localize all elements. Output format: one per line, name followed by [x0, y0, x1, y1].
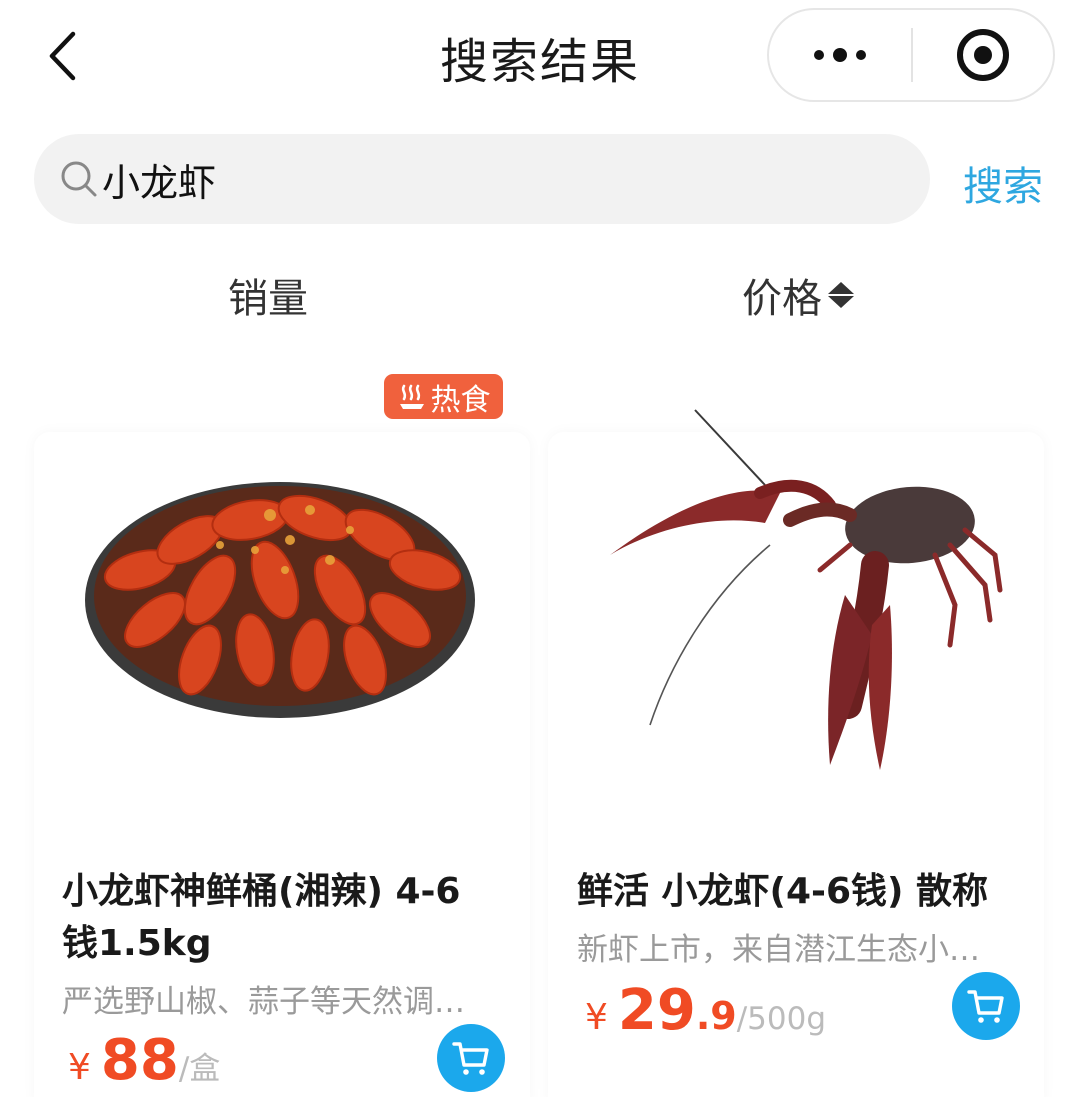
mini-program-capsule [767, 8, 1055, 102]
cart-icon [967, 990, 1004, 1023]
sort-bar: 销量 价格 [0, 260, 1080, 332]
hot-food-badge: 热食 [384, 374, 503, 419]
search-icon [60, 160, 98, 198]
sort-toggle-icon [828, 282, 854, 308]
add-to-cart-button[interactable] [437, 1024, 505, 1092]
currency-symbol: ¥ [585, 997, 608, 1038]
badge-label: 热食 [430, 382, 491, 418]
cart-icon [452, 1042, 489, 1075]
product-price: ¥ 29 .9 /500g [585, 978, 826, 1043]
product-description: 严选野山椒、蒜子等天然调… [62, 984, 465, 1020]
price-unit: /500g [736, 1001, 827, 1037]
product-price: ¥ 88 /盒 [68, 1028, 220, 1093]
product-title[interactable]: 鲜活 小龙虾(4-6钱) 散称 [577, 866, 1017, 918]
sort-price-label: 价格 [742, 276, 822, 322]
more-dots-icon [814, 48, 866, 62]
close-button[interactable] [913, 10, 1053, 100]
product-title[interactable]: 小龙虾神鲜桶(湘辣) 4-6钱1.5kg [62, 866, 492, 970]
product-image[interactable] [590, 405, 1010, 795]
sort-by-sales[interactable]: 销量 [228, 266, 308, 324]
search-button[interactable]: 搜索 [963, 154, 1043, 212]
live-crayfish-image [610, 409, 1003, 770]
product-description: 新虾上市，来自潜江生态小… [577, 932, 980, 968]
currency-symbol: ¥ [68, 1047, 91, 1088]
price-integer: 29 [617, 978, 696, 1043]
target-close-icon [957, 29, 1009, 81]
spicy-crayfish-image [85, 482, 475, 718]
screen: 搜索结果 搜索 销量 价格 [0, 0, 1080, 1097]
hot-steam-icon [399, 384, 424, 409]
product-image[interactable] [80, 450, 480, 730]
search-input[interactable] [102, 149, 862, 209]
more-button[interactable] [769, 10, 911, 100]
price-unit: /盒 [178, 1051, 221, 1087]
price-decimal: .9 [695, 994, 737, 1038]
price-integer: 88 [100, 1028, 179, 1093]
search-bar [34, 134, 930, 224]
sort-by-price[interactable]: 价格 [742, 266, 854, 324]
nav-bar: 搜索结果 [0, 0, 1080, 110]
add-to-cart-button[interactable] [952, 972, 1020, 1040]
